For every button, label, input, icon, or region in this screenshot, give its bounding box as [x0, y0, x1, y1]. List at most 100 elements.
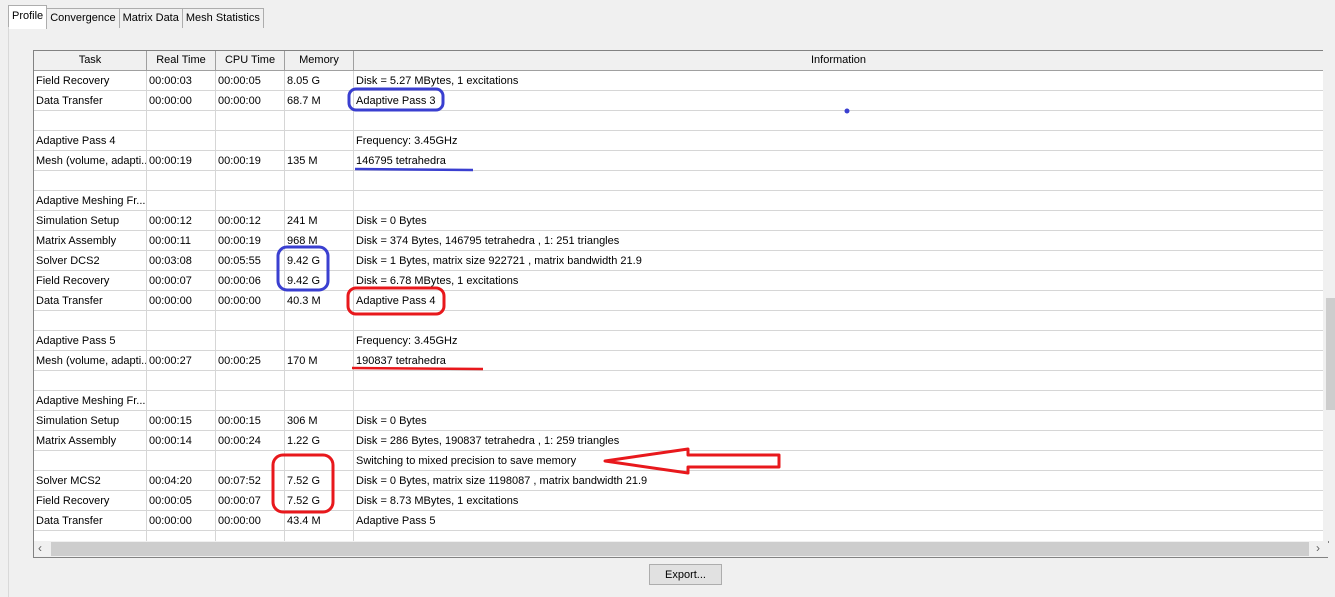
table-row[interactable]	[34, 311, 1328, 331]
table-row[interactable]: Mesh (volume, adapti... 00:00:27 00:00:25 1…	[34, 351, 1328, 371]
profile-table: Task Real Time CPU Time Memory Informati…	[33, 50, 1329, 543]
table-row[interactable]: Switching to mixed precision to save mem…	[34, 451, 1328, 471]
table-row[interactable]: Data Transfer 00:00:00 00:00:00 40.3 M Adapt…	[34, 291, 1328, 311]
cell-memory: 7.52 G	[285, 471, 354, 490]
column-header-memory[interactable]: Memory	[285, 51, 354, 70]
table-row[interactable]: Field Recovery 00:00:03 00:00:05 8.05 G Disk…	[34, 71, 1328, 91]
table-row[interactable]: Mesh (volume, adapti... 00:00:19 00:00:19 1…	[34, 151, 1328, 171]
cell-memory: 241 M	[285, 211, 354, 230]
cell-real-time	[147, 451, 216, 470]
cell-real-time: 00:00:11	[147, 231, 216, 250]
column-header-real-time[interactable]: Real Time	[147, 51, 216, 70]
tab-profile[interactable]: Profile	[8, 5, 48, 29]
cell-real-time: 00:00:05	[147, 491, 216, 510]
table-row[interactable]: Simulation Setup 00:00:15 00:00:15 306 M Dis…	[34, 411, 1328, 431]
table-row[interactable]: Adaptive Meshing Fr...	[34, 391, 1328, 411]
cell-information: Disk = 8.73 MBytes, 1 excitations	[354, 491, 1324, 510]
cell-cpu-time: 00:00:07	[216, 491, 285, 510]
cell-cpu-time: 00:00:25	[216, 351, 285, 370]
cell-task: Field Recovery	[34, 71, 147, 90]
export-button[interactable]: Export...	[649, 564, 722, 585]
cell-information: Adaptive Pass 3	[354, 91, 1324, 110]
scroll-left-icon[interactable]: ‹	[38, 541, 42, 555]
cell-information: Disk = 0 Bytes	[354, 211, 1324, 230]
cell-information	[354, 191, 1324, 210]
cell-memory: 9.42 G	[285, 251, 354, 270]
column-header-information[interactable]: Information	[354, 51, 1324, 70]
table-row[interactable]: Matrix Assembly 00:00:11 00:00:19 968 M Disk…	[34, 231, 1328, 251]
cell-information: 190837 tetrahedra	[354, 351, 1324, 370]
cell-real-time: 00:00:12	[147, 211, 216, 230]
cell-real-time	[147, 191, 216, 210]
cell-task: Matrix Assembly	[34, 431, 147, 450]
table-row[interactable]: Matrix Assembly 00:00:14 00:00:24 1.22 G Dis…	[34, 431, 1328, 451]
cell-task	[34, 451, 147, 470]
cell-task	[34, 111, 147, 130]
cell-memory: 7.52 G	[285, 491, 354, 510]
table-body: Field Recovery 00:00:03 00:00:05 8.05 G Disk…	[34, 71, 1328, 542]
cell-real-time	[147, 371, 216, 390]
cell-information	[354, 311, 1324, 330]
table-row[interactable]: Solver MCS2 00:04:20 00:07:52 7.52 G Disk = …	[34, 471, 1328, 491]
cell-cpu-time: 00:07:52	[216, 471, 285, 490]
cell-cpu-time: 00:00:00	[216, 511, 285, 530]
column-header-cpu-time[interactable]: CPU Time	[216, 51, 285, 70]
table-row[interactable]: Adaptive Meshing Fr...	[34, 191, 1328, 211]
table-row[interactable]: Field Recovery 00:00:07 00:00:06 9.42 G Disk…	[34, 271, 1328, 291]
cell-information: Disk = 6.78 MBytes, 1 excitations	[354, 271, 1324, 290]
cell-cpu-time	[216, 391, 285, 410]
vertical-scroll-thumb[interactable]	[1326, 298, 1335, 410]
cell-real-time: 00:00:19	[147, 151, 216, 170]
cell-memory	[285, 331, 354, 350]
table-row[interactable]	[34, 171, 1328, 191]
table-row[interactable]: Adaptive Pass 4 Frequency: 3.45GHz	[34, 131, 1328, 151]
table-row[interactable]: Simulation Setup 00:00:12 00:00:12 241 M Dis…	[34, 211, 1328, 231]
cell-real-time	[147, 391, 216, 410]
cell-memory	[285, 191, 354, 210]
tab-mesh-statistics[interactable]: Mesh Statistics	[181, 8, 264, 28]
cell-task: Solver DCS2	[34, 251, 147, 270]
scroll-right-icon[interactable]: ›	[1316, 541, 1320, 555]
table-row[interactable]: Adaptive Pass 5 Frequency: 3.45GHz	[34, 331, 1328, 351]
cell-task: Data Transfer	[34, 91, 147, 110]
horizontal-scrollbar[interactable]: ‹ ›	[33, 541, 1328, 558]
tab-convergence[interactable]: Convergence	[46, 8, 120, 28]
cell-real-time	[147, 311, 216, 330]
cell-cpu-time: 00:00:00	[216, 91, 285, 110]
cell-memory: 43.4 M	[285, 511, 354, 530]
cell-memory: 135 M	[285, 151, 354, 170]
cell-memory: 170 M	[285, 351, 354, 370]
cell-real-time: 00:00:03	[147, 71, 216, 90]
table-row[interactable]: Data Transfer 00:00:00 00:00:00 68.7 M Adapt…	[34, 91, 1328, 111]
table-row[interactable]: Data Transfer 00:00:00 00:00:00 43.4 M Adapt…	[34, 511, 1328, 531]
cell-real-time	[147, 111, 216, 130]
cell-information	[354, 371, 1324, 390]
cell-real-time	[147, 131, 216, 150]
column-header-task[interactable]: Task	[34, 51, 147, 70]
cell-information: Disk = 286 Bytes, 190837 tetrahedra , 1:…	[354, 431, 1324, 450]
cell-information	[354, 111, 1324, 130]
cell-real-time: 00:00:15	[147, 411, 216, 430]
cell-task: Solver MCS2	[34, 471, 147, 490]
cell-cpu-time	[216, 371, 285, 390]
cell-real-time: 00:04:20	[147, 471, 216, 490]
cell-memory: 1.22 G	[285, 431, 354, 450]
horizontal-scroll-thumb[interactable]	[51, 542, 1309, 556]
table-row[interactable]: Field Recovery 00:00:05 00:00:07 7.52 G Disk…	[34, 491, 1328, 511]
vertical-scrollbar[interactable]	[1323, 50, 1335, 541]
cell-task: Adaptive Meshing Fr...	[34, 191, 147, 210]
table-row[interactable]	[34, 371, 1328, 391]
cell-real-time	[147, 171, 216, 190]
table-row[interactable]: Solver DCS2 00:03:08 00:05:55 9.42 G Disk = …	[34, 251, 1328, 271]
table-row[interactable]	[34, 111, 1328, 131]
cell-task: Data Transfer	[34, 291, 147, 310]
tab-matrix-data[interactable]: Matrix Data	[118, 8, 183, 28]
cell-cpu-time: 00:00:15	[216, 411, 285, 430]
cell-cpu-time: 00:00:19	[216, 231, 285, 250]
cell-memory	[285, 391, 354, 410]
cell-information: Disk = 5.27 MBytes, 1 excitations	[354, 71, 1324, 90]
cell-real-time: 00:03:08	[147, 251, 216, 270]
cell-real-time	[147, 331, 216, 350]
cell-real-time: 00:00:14	[147, 431, 216, 450]
cell-memory: 9.42 G	[285, 271, 354, 290]
